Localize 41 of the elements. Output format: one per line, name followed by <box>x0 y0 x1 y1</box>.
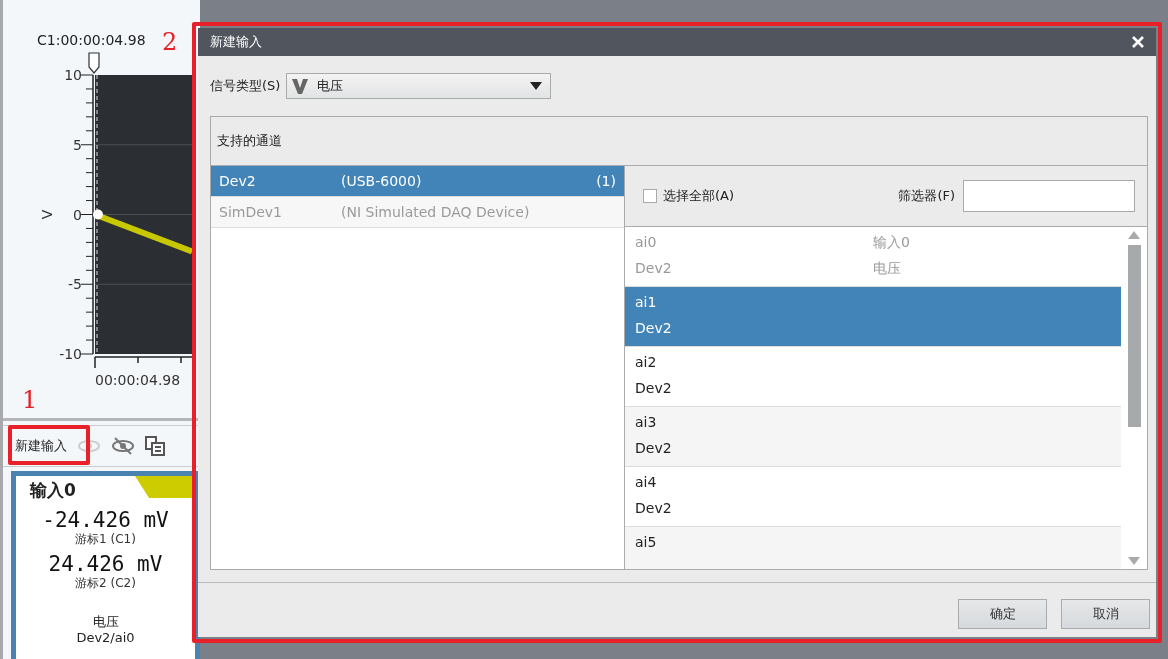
device-row[interactable]: Dev2 (USB-6000) (1) <box>211 166 624 197</box>
reading-label: 游标1 (C1) <box>75 532 136 546</box>
window-title: 新建输入 <box>210 33 262 51</box>
field-label: 筛选器(F) <box>898 187 955 205</box>
axis-label: V <box>39 209 55 220</box>
scroll-up-icon[interactable] <box>1128 231 1140 239</box>
reading-value: 24.426 mV <box>48 552 163 576</box>
channel-name: Dev2/ai0 <box>76 630 135 646</box>
eye-icon[interactable] <box>77 438 101 454</box>
reading-label: 游标2 (C2) <box>75 576 136 590</box>
select-all-checkbox[interactable]: 选择全部(A) <box>643 187 735 205</box>
section-header: 支持的通道 <box>217 132 282 150</box>
dialog-button[interactable]: 取消 <box>1061 599 1150 629</box>
tick-label: 10 <box>64 67 82 83</box>
callout-number: 1 <box>22 388 38 412</box>
cursor-marker-icon <box>88 52 100 74</box>
callout-number: 2 <box>162 30 178 54</box>
dialog-button[interactable]: 确定 <box>958 599 1047 629</box>
tick-label: 5 <box>73 136 82 153</box>
tick-label: -10 <box>59 346 82 362</box>
tick-label: -5 <box>68 276 82 293</box>
field-label: 信号类型(S) <box>210 77 281 95</box>
filter-field[interactable] <box>963 180 1135 212</box>
channel-row[interactable]: ai5 <box>625 527 1121 569</box>
tick-label: 0 <box>73 206 82 223</box>
scroll-down-icon[interactable] <box>1128 557 1140 565</box>
layout-icon[interactable] <box>145 436 165 456</box>
scrollbar-thumb[interactable] <box>1127 245 1141 427</box>
signal-type-dropdown[interactable]: 电压 <box>286 73 552 99</box>
dropdown-arrow-icon <box>530 82 543 90</box>
new-input-button[interactable]: 新建输入 <box>15 437 67 455</box>
reading-value: -24.426 mV <box>42 508 169 532</box>
close-icon[interactable] <box>1132 36 1144 48</box>
signal-type: 电压 <box>92 614 119 630</box>
tick-label: 00:00:04.98 <box>95 372 181 388</box>
channel-row[interactable]: ai1 Dev2 <box>625 287 1121 347</box>
cursor-readout: C1:00:00:04.98 <box>37 32 146 48</box>
channel-row[interactable]: ai3 Dev2 <box>625 407 1121 467</box>
hidden-eye-icon[interactable] <box>111 436 135 456</box>
cursor-point <box>93 209 103 220</box>
voltage-icon <box>291 77 310 95</box>
